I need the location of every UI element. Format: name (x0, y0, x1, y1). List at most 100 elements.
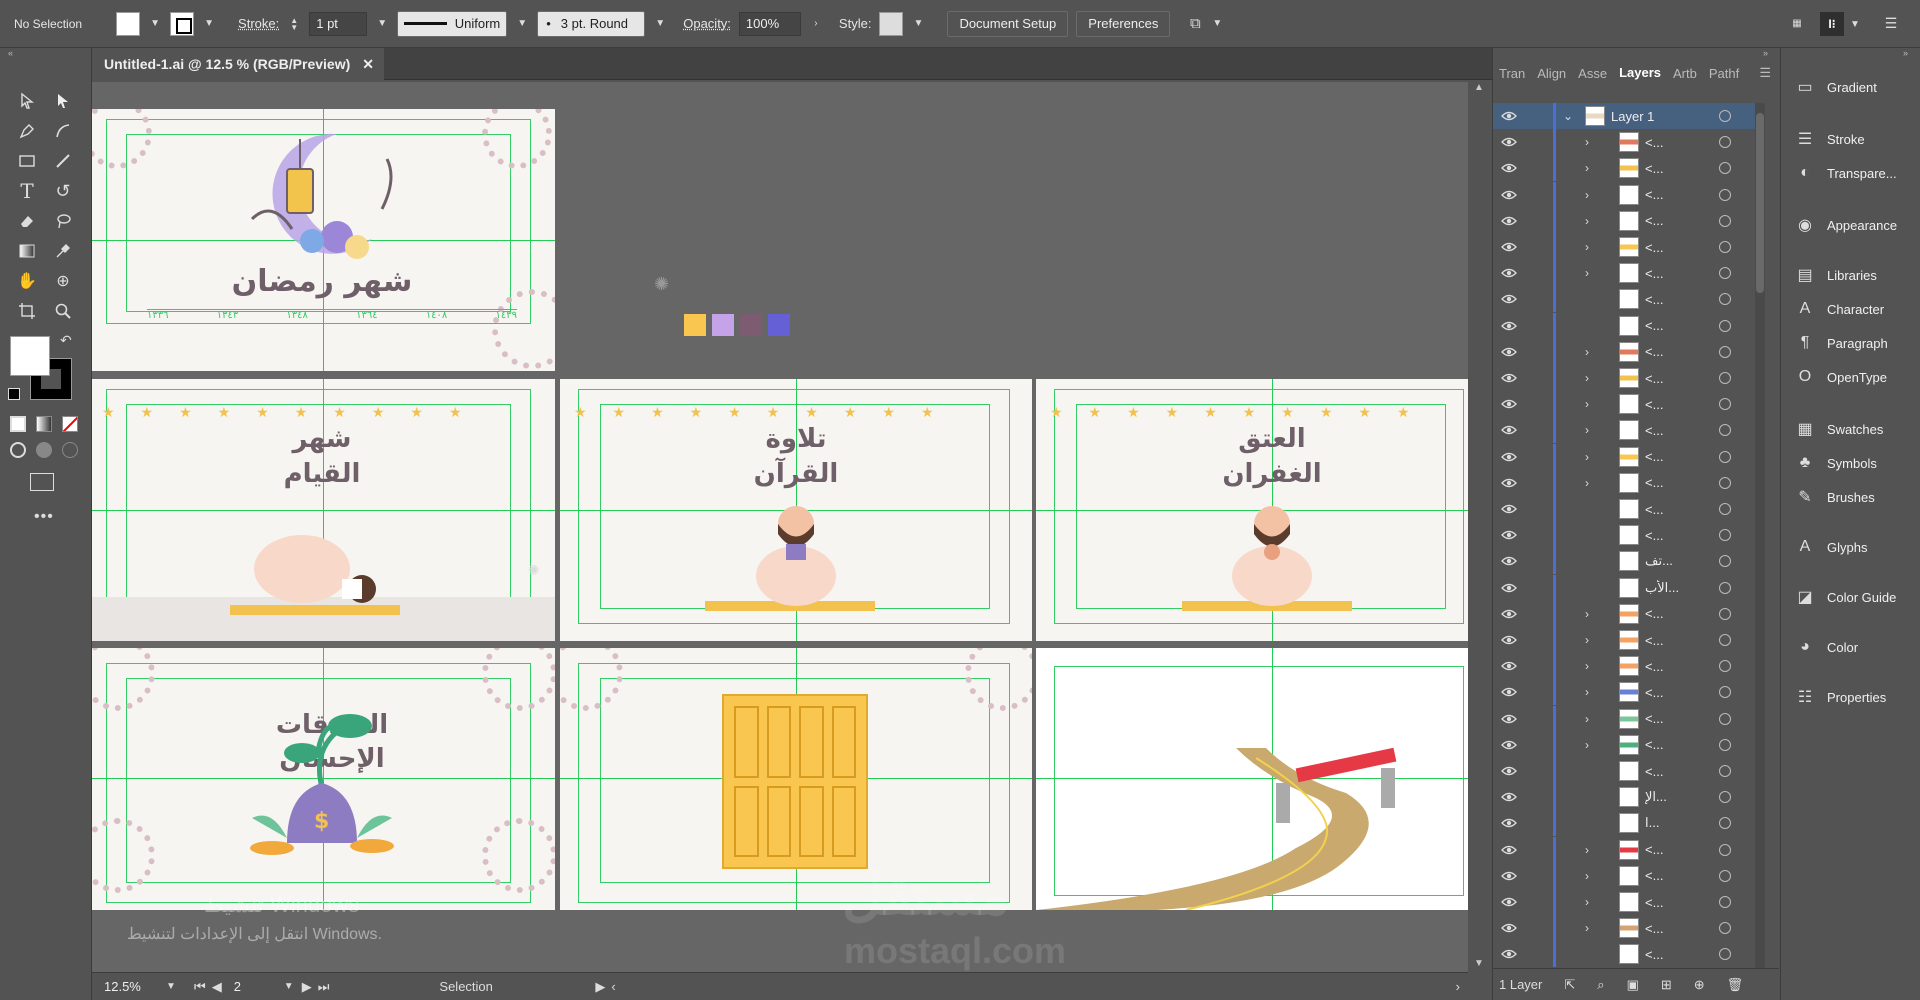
layer-row[interactable]: ا... (1493, 810, 1763, 837)
target-circle-icon[interactable] (1719, 843, 1731, 856)
chevron-right-icon[interactable]: › (1585, 607, 1589, 621)
dock-item-transpare-[interactable]: ◐ Transpare... (1781, 158, 1920, 188)
chevron-right-icon[interactable]: › (1585, 685, 1589, 699)
visibility-eye-icon[interactable] (1501, 896, 1517, 908)
layer-row[interactable]: <... (1493, 941, 1763, 968)
chevron-right-icon[interactable]: › (1585, 712, 1589, 726)
tab-asset-export[interactable]: Asse (1572, 66, 1613, 81)
visibility-eye-icon[interactable] (1501, 189, 1517, 201)
gradient-mode-icon[interactable] (36, 416, 52, 432)
visibility-eye-icon[interactable] (1501, 346, 1517, 358)
visibility-eye-icon[interactable] (1501, 817, 1517, 829)
layer-row[interactable]: › <... (1493, 731, 1763, 758)
visibility-eye-icon[interactable] (1501, 608, 1517, 620)
visibility-eye-icon[interactable] (1501, 110, 1517, 122)
target-circle-icon[interactable] (1719, 607, 1731, 620)
fill-color-well[interactable] (10, 336, 50, 376)
layer-row[interactable]: الإ... (1493, 784, 1763, 811)
target-circle-icon[interactable] (1719, 345, 1731, 358)
visibility-eye-icon[interactable] (1501, 241, 1517, 253)
previous-artboard-icon[interactable]: ◀ (212, 979, 222, 995)
document-setup-button[interactable]: Document Setup (947, 10, 1069, 37)
panel-menu-icon[interactable]: ☰ (1884, 15, 1898, 31)
artboard-7[interactable] (1036, 648, 1468, 910)
puppet-warp-tool-icon[interactable]: ✋ (14, 268, 40, 294)
target-circle-icon[interactable] (1719, 319, 1731, 332)
zoom-tool-icon[interactable] (50, 298, 76, 324)
visibility-eye-icon[interactable] (1501, 634, 1517, 646)
draw-inside-icon[interactable] (62, 442, 78, 458)
layer-row[interactable]: › <... (1493, 391, 1763, 418)
visibility-eye-icon[interactable] (1501, 398, 1517, 410)
target-circle-icon[interactable] (1719, 634, 1731, 646)
layer-row[interactable]: › <... (1493, 207, 1763, 234)
visibility-eye-icon[interactable] (1501, 451, 1517, 463)
stroke-dropdown-icon[interactable]: ▼ (202, 17, 216, 31)
target-circle-icon[interactable] (1719, 503, 1731, 515)
chevron-right-icon[interactable]: › (1585, 450, 1589, 464)
target-circle-icon[interactable] (1719, 424, 1731, 437)
type-tool-icon[interactable]: T (14, 178, 40, 204)
screen-mode-icon[interactable] (30, 473, 54, 491)
fill-swatch[interactable] (116, 11, 141, 36)
layer-row[interactable]: › <... (1493, 627, 1763, 653)
gradient-tool-icon[interactable] (14, 238, 40, 264)
target-circle-icon[interactable] (1719, 555, 1731, 568)
target-circle-icon[interactable] (1719, 136, 1731, 149)
target-circle-icon[interactable] (1719, 922, 1731, 935)
brush-dropdown-icon[interactable]: ▼ (653, 17, 667, 31)
chevron-right-icon[interactable]: › (1585, 895, 1589, 909)
target-circle-icon[interactable] (1719, 372, 1731, 384)
target-circle-icon[interactable] (1719, 948, 1731, 961)
style-swatch[interactable] (879, 11, 904, 36)
close-tab-icon[interactable]: ✕ (362, 56, 374, 73)
workspace-switcher-icon[interactable]: I⁝ (1820, 12, 1844, 36)
tab-artboards[interactable]: Artb (1667, 66, 1703, 81)
layers-scrollbar[interactable] (1755, 103, 1765, 968)
visibility-eye-icon[interactable] (1501, 582, 1517, 594)
target-circle-icon[interactable] (1719, 529, 1731, 542)
color-swatch[interactable] (712, 314, 734, 336)
layer-row[interactable]: › <... (1493, 181, 1763, 208)
brush-select[interactable]: • 3 pt. Round (537, 10, 646, 37)
edit-toolbar-icon[interactable]: ••• (34, 508, 54, 526)
visibility-eye-icon[interactable] (1501, 870, 1517, 882)
none-mode-icon[interactable] (62, 416, 78, 432)
scroll-left-icon[interactable]: ‹ (611, 979, 615, 994)
artboard-2[interactable]: ★★★★★★★★★★ شهر القيام (92, 379, 555, 641)
tab-transform[interactable]: Tran (1493, 66, 1531, 81)
style-dropdown-icon[interactable]: ▼ (911, 17, 925, 31)
visibility-eye-icon[interactable] (1501, 844, 1517, 856)
arrange-dropdown-icon[interactable]: ▼ (1210, 17, 1224, 31)
target-circle-icon[interactable] (1719, 188, 1731, 201)
chevron-right-icon[interactable]: › (1585, 345, 1589, 359)
chevron-right-icon[interactable]: › (1585, 266, 1589, 280)
chevron-right-icon[interactable]: › (1585, 397, 1589, 411)
scroll-right-icon[interactable]: › (1456, 979, 1460, 994)
target-circle-icon[interactable] (1719, 660, 1731, 673)
layer-row[interactable]: › <... (1493, 862, 1763, 889)
layer-row[interactable]: <... (1493, 496, 1763, 522)
stroke-swatch[interactable] (170, 11, 195, 36)
dock-item-stroke[interactable]: ☰ Stroke (1781, 124, 1920, 154)
layer-row[interactable]: › <... (1493, 915, 1763, 942)
visibility-eye-icon[interactable] (1501, 791, 1517, 803)
selection-tool-icon[interactable] (14, 88, 40, 114)
visibility-eye-icon[interactable] (1501, 529, 1517, 541)
default-fill-stroke-icon[interactable] (8, 388, 20, 400)
draw-behind-icon[interactable] (36, 442, 52, 458)
locate-object-icon[interactable]: ⌕ (1597, 977, 1604, 993)
target-circle-icon[interactable] (1719, 241, 1731, 253)
layer-row[interactable]: › <... (1493, 417, 1763, 444)
dock-item-properties[interactable]: ☷ Properties (1781, 682, 1920, 712)
export-icon[interactable]: ⇱ (1564, 977, 1575, 993)
chevron-right-icon[interactable]: › (1585, 869, 1589, 883)
first-artboard-icon[interactable]: ⏮ (194, 979, 206, 995)
color-swatch[interactable] (768, 314, 790, 336)
dock-item-appearance[interactable]: ◉ Appearance (1781, 210, 1920, 240)
layer-row[interactable]: › <... (1493, 600, 1763, 627)
artboard-tool-icon[interactable] (14, 298, 40, 324)
color-swatch[interactable] (740, 314, 762, 336)
stroke-weight-dropdown-icon[interactable]: ▼ (375, 17, 389, 31)
last-artboard-icon[interactable]: ⏭ (318, 979, 330, 995)
